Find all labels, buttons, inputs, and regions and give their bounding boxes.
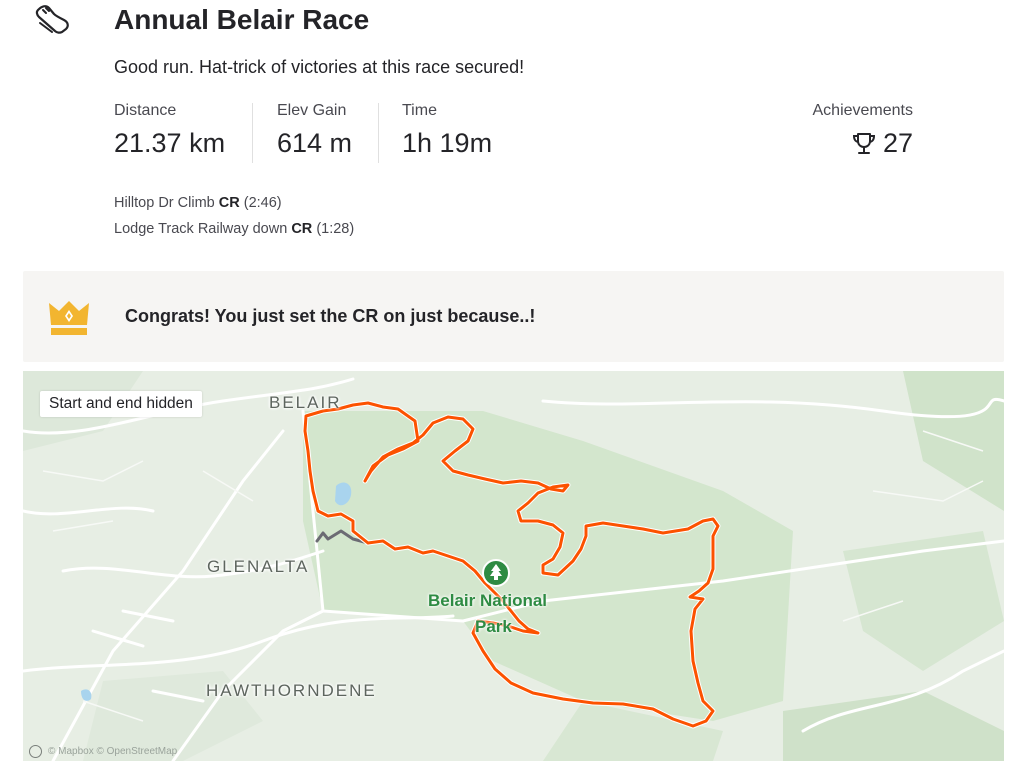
banner-message: Congrats! You just set the CR on just be… [125,306,536,326]
segment-time: (1:28) [316,221,355,237]
stat-elev-gain-value: 614 m [277,128,353,158]
run-shoe-icon [35,5,69,34]
mapbox-logo-icon [29,745,42,758]
segment-item[interactable]: Lodge Track Railway down CR (1:28) [114,216,354,242]
place-label-belair: BELAIR [269,393,342,412]
stat-time-label: Time [402,102,437,119]
stat-achievements-value: 27 [882,128,913,158]
attribution-text: © Mapbox © OpenStreetMap [48,746,178,757]
stat-elev-gain-label: Elev Gain [277,102,347,119]
segment-list: Hilltop Dr Climb CR (2:46) Lodge Track R… [114,190,354,242]
achievement-banner: Congrats! You just set the CR on just be… [23,271,1004,362]
stat-distance-label: Distance [114,102,177,119]
stat-achievements[interactable]: Achievements 27 [813,102,914,159]
activity-description: Good run. Hat-trick of victories at this… [114,57,525,77]
segment-time: (2:46) [243,195,282,211]
crown-icon [49,301,89,335]
cr-badge: CR [291,221,313,237]
park-pin-icon[interactable] [482,559,510,587]
segment-name: Hilltop Dr Climb [114,195,215,211]
route-map[interactable]: Start and end hidden BELAIR GLENALTA HAW… [23,371,1004,761]
map-attribution[interactable]: © Mapbox © OpenStreetMap [29,745,177,758]
stat-achievements-label: Achievements [812,102,914,119]
park-name-label: Belair National [428,591,548,610]
place-label-hawthorndene: HAWTHORNDENE [206,681,377,700]
map-canvas [23,371,1004,761]
place-label-glenalta: GLENALTA [207,557,310,576]
segment-name: Lodge Track Railway down [114,221,288,237]
stat-time: Time 1h 19m [402,102,492,159]
activity-title: Annual Belair Race [114,4,370,35]
park-name-label-line2: Park [475,617,512,636]
stat-distance: Distance 21.37 km [114,102,225,159]
trophy-icon [852,132,875,154]
stat-divider [252,103,253,163]
segment-item[interactable]: Hilltop Dr Climb CR (2:46) [114,190,354,216]
stat-elev-gain: Elev Gain 614 m [277,102,352,159]
stat-divider [378,103,379,163]
stat-distance-value: 21.37 km [114,128,226,158]
stat-time-value: 1h 19m [402,128,493,158]
cr-badge: CR [218,195,240,211]
start-end-hidden-label: Start and end hidden [40,391,202,417]
